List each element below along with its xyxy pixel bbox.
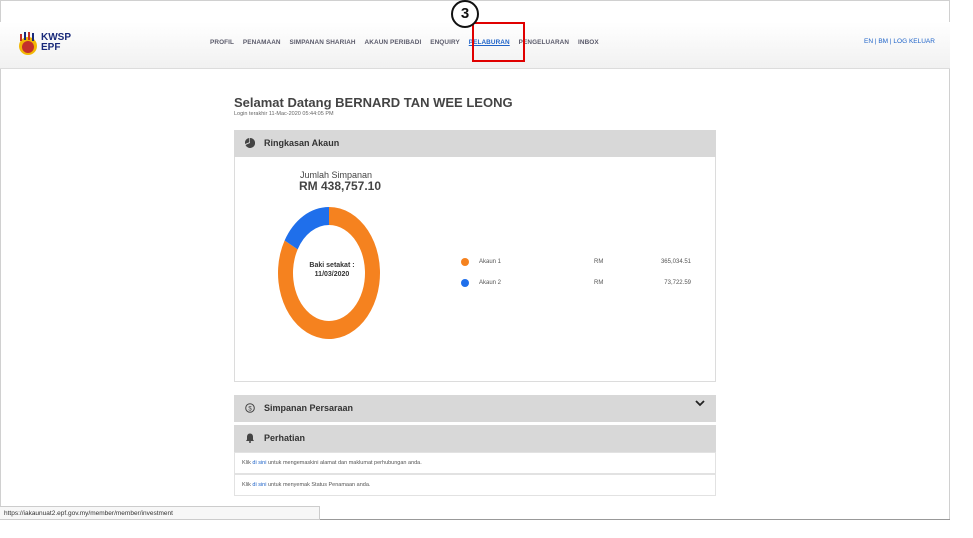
notice-text: untuk menyemak Status Penamaan anda. [266,482,371,488]
notice-text: untuk mengemaskini alamat dan maklumat p… [266,460,422,466]
kwsp-logo[interactable]: KWSP EPF [17,30,87,60]
summary-panel-header[interactable]: Ringkasan Akaun [234,130,716,157]
legend-amount: 365,034.51 [660,259,691,265]
chevron-down-icon[interactable] [695,399,705,407]
pie-chart-icon [245,138,255,148]
kwsp-emblem-icon [19,32,37,55]
nav-profil[interactable]: PROFIL [210,39,234,46]
notice-panel-header: Perhatian [234,425,716,452]
total-savings-value: RM 438,757.10 [298,179,382,193]
legend-amount: 73,722.59 [664,280,691,286]
status-bar-url: https://iakaunuat2.epf.gov.my/member/mem… [0,506,320,520]
nav-simpanan-shariah[interactable]: SIMPANAN SHARIAH [290,39,356,46]
nav-akaun-peribadi[interactable]: AKAUN PERIBADI [365,39,422,46]
nav-pengeluaran[interactable]: PENGELUARAN [519,39,569,46]
legend-currency: RM [594,259,604,265]
lang-en[interactable]: EN [864,38,873,45]
update-address-link[interactable]: di sini [252,460,266,466]
step-marker: 3 [451,0,479,28]
legend-name: Akaun 2 [479,280,502,286]
notice-row: Klik di sini untuk menyemak Status Penam… [234,474,716,496]
legend-name: Akaun 1 [479,259,502,265]
logo-text-epf: EPF [41,42,61,53]
legend-dot-akaun-2 [461,279,469,287]
legend-dot-akaun-1 [461,258,469,266]
lang-bm[interactable]: BM [878,38,888,45]
donut-center-date: 11/03/2020 [314,271,350,278]
dollar-circle-icon: $ [245,403,255,413]
retirement-panel-title: Simpanan Persaraan [264,403,354,413]
highlight-box [472,22,525,62]
donut-slice-akaun-2 [284,207,329,250]
donut-center-label: Baki setakat : [309,262,355,269]
nav-enquiry[interactable]: ENQUIRY [430,39,460,46]
main-nav: PROFIL PENAMAAN SIMPANAN SHARIAH AKAUN P… [210,39,606,46]
language-links: EN | BM | LOG KELUAR [864,38,935,45]
last-login-text: Login terakhir 11-Mac-2020 05:44:05 PM [234,111,334,117]
viewport-bottom-edge [320,519,950,520]
notice-row: Klik di sini untuk mengemaskini alamat d… [234,452,716,474]
summary-panel-title: Ringkasan Akaun [264,138,340,148]
bell-icon [246,433,254,443]
nomination-status-link[interactable]: di sini [252,482,266,488]
logout-link[interactable]: LOG KELUAR [893,38,935,45]
notice-prefix: Klik [242,482,253,488]
status-url-text: https://iakaunuat2.epf.gov.my/member/mem… [4,510,173,517]
retirement-panel-header[interactable]: $ Simpanan Persaraan [234,395,716,422]
legend-currency: RM [594,280,604,286]
notice-panel-title: Perhatian [264,433,306,443]
nav-penamaan[interactable]: PENAMAAN [243,39,281,46]
notice-prefix: Klik [242,460,253,466]
nav-inbox[interactable]: INBOX [578,39,599,46]
page-title: Selamat Datang BERNARD TAN WEE LEONG [234,95,513,110]
